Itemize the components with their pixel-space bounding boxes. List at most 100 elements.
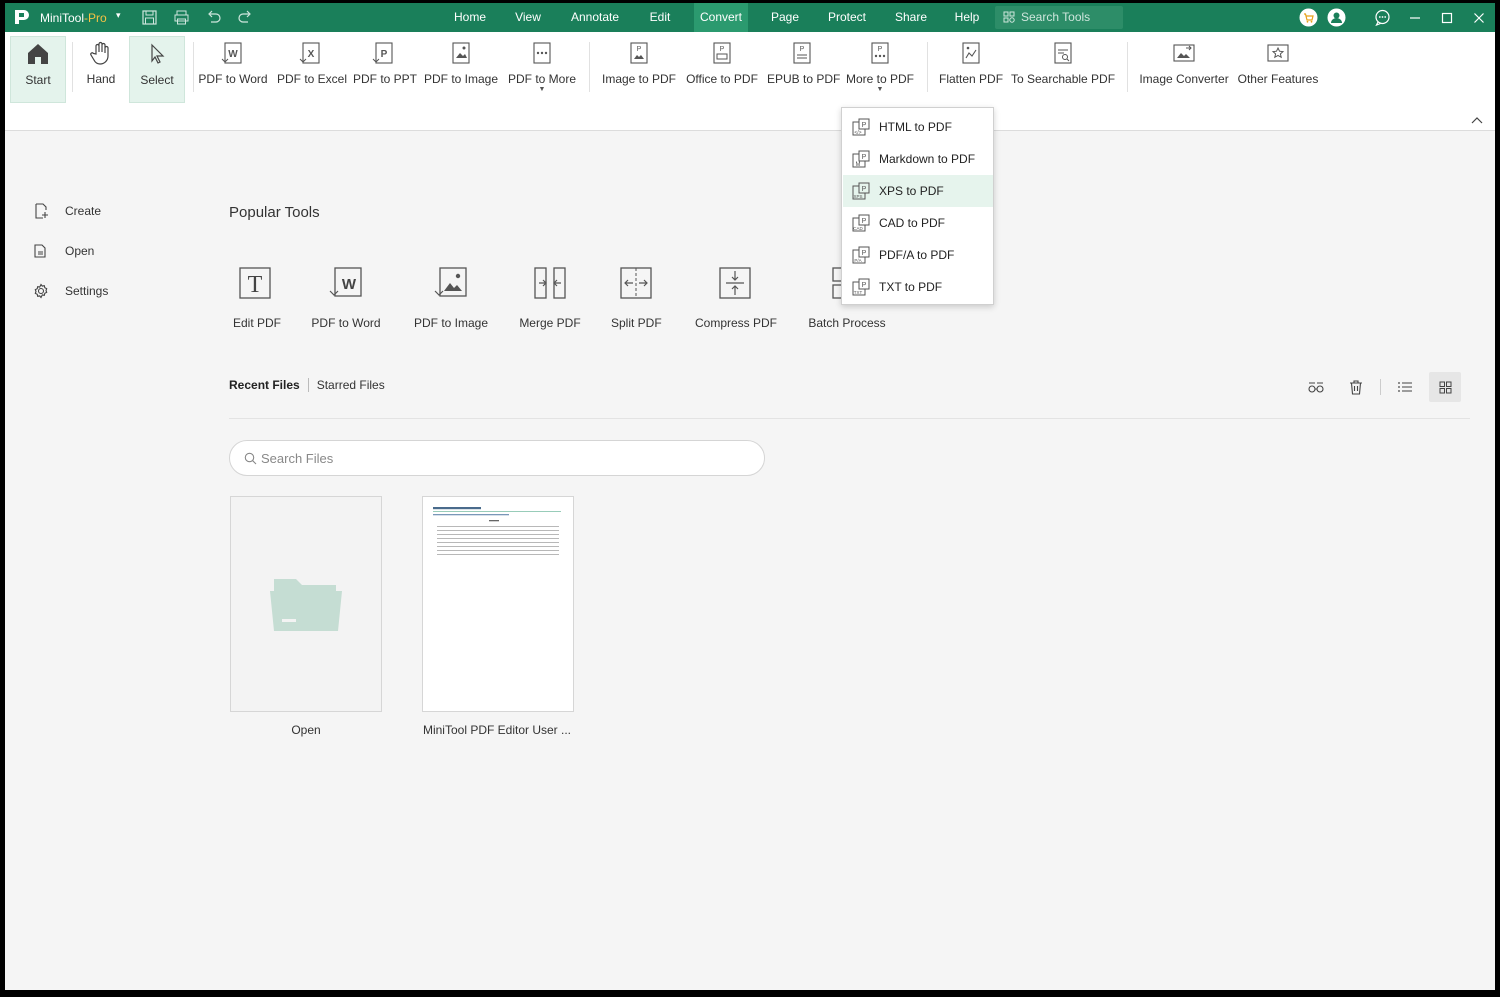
- popular-tools-title: Popular Tools: [229, 204, 320, 221]
- svg-text:P: P: [800, 46, 805, 53]
- svg-text:P: P: [878, 46, 883, 53]
- tab-recent-files[interactable]: Recent Files: [229, 378, 300, 392]
- pdf-to-image-button[interactable]: PDF to Image: [423, 36, 499, 103]
- sidebar-item-settings[interactable]: Settings: [33, 280, 108, 302]
- menu-item-pdfa-to-pdf[interactable]: P P/A PDF/A to PDF: [843, 239, 993, 271]
- search-tools-input[interactable]: Search Tools: [995, 6, 1123, 29]
- list-view-button[interactable]: [1389, 372, 1421, 402]
- image-to-pdf-icon: P: [630, 42, 648, 64]
- markdown-to-pdf-icon: PM: [852, 150, 870, 168]
- svg-text:M: M: [856, 162, 861, 168]
- tool-edit-pdf[interactable]: T Edit PDF: [233, 265, 281, 330]
- start-button[interactable]: Start: [10, 36, 66, 103]
- more-to-pdf-dropdown: P </> HTML to PDF PM Markdown to PDF P XPS…: [841, 107, 994, 305]
- other-features-button[interactable]: Other Features: [1237, 36, 1319, 103]
- flatten-pdf-button[interactable]: Flatten PDF: [939, 36, 1003, 103]
- epub-to-pdf-icon: P: [793, 42, 811, 64]
- image-converter-icon: [1173, 44, 1195, 62]
- redo-icon[interactable]: [237, 9, 254, 26]
- epub-to-pdf-button[interactable]: P EPUB to PDF: [767, 36, 840, 103]
- create-icon: [35, 203, 48, 219]
- menu-annotate[interactable]: Annotate: [563, 3, 627, 32]
- menu-convert[interactable]: Convert: [694, 3, 748, 32]
- pdf-to-word-icon: W: [329, 267, 362, 297]
- flatten-pdf-icon: [962, 42, 980, 64]
- menu-edit[interactable]: Edit: [642, 3, 678, 32]
- compress-pdf-icon: [719, 267, 751, 299]
- recent-file-card[interactable]: [422, 496, 574, 712]
- grid-view-button[interactable]: [1429, 372, 1461, 402]
- svg-text:P: P: [862, 154, 867, 161]
- edit-pdf-icon: T: [239, 267, 271, 299]
- feedback-chat-icon[interactable]: [1373, 8, 1392, 27]
- close-button[interactable]: [1463, 3, 1495, 32]
- svg-text:P: P: [381, 49, 388, 60]
- office-to-pdf-icon: P: [713, 42, 731, 64]
- shop-cart-icon[interactable]: [1299, 8, 1318, 27]
- sidebar-item-create[interactable]: Create: [33, 200, 101, 222]
- pdf-to-ppt-button[interactable]: P PDF to PPT: [353, 36, 417, 103]
- menu-page[interactable]: Page: [764, 3, 806, 32]
- office-to-pdf-button[interactable]: P Office to PDF: [685, 36, 759, 103]
- svg-text:P: P: [862, 250, 867, 257]
- svg-text:CAD: CAD: [853, 226, 863, 231]
- save-icon[interactable]: [141, 9, 158, 26]
- pdf-to-more-icon: [533, 42, 551, 64]
- pdf-to-more-button[interactable]: PDF to More ▼: [507, 36, 577, 103]
- svg-text:P/A: P/A: [854, 258, 861, 263]
- search-files-input[interactable]: [261, 449, 741, 467]
- svg-text:TXT: TXT: [854, 290, 863, 295]
- pdf-to-image-icon: [434, 267, 467, 297]
- pdf-to-more-caret-icon: ▼: [538, 86, 546, 93]
- tool-pdf-to-image[interactable]: PDF to Image: [413, 265, 489, 330]
- to-searchable-pdf-button[interactable]: To Searchable PDF: [1011, 36, 1115, 103]
- html-to-pdf-icon: P</>: [852, 118, 870, 136]
- gear-icon: [34, 283, 48, 299]
- menu-item-cad-to-pdf[interactable]: P CAD CAD to PDF: [843, 207, 993, 239]
- sidebar-item-open[interactable]: Open: [33, 240, 94, 262]
- undo-icon[interactable]: [205, 9, 222, 26]
- menu-view[interactable]: View: [508, 3, 548, 32]
- menu-share[interactable]: Share: [889, 3, 933, 32]
- select-tool-button[interactable]: Select: [129, 36, 185, 103]
- tool-compress-pdf[interactable]: Compress PDF: [695, 265, 777, 330]
- menu-item-markdown-to-pdf[interactable]: PM Markdown to PDF: [843, 143, 993, 175]
- menu-item-html-to-pdf[interactable]: P </> HTML to PDF: [843, 111, 993, 143]
- image-to-pdf-button[interactable]: P Image to PDF: [601, 36, 677, 103]
- pdf-to-excel-button[interactable]: X PDF to Excel: [277, 36, 347, 103]
- open-file-card[interactable]: [230, 496, 382, 712]
- collapse-ribbon-icon[interactable]: [1471, 116, 1483, 124]
- glasses-clean-icon: [1308, 382, 1324, 393]
- svg-text:X: X: [308, 49, 315, 60]
- svg-text:P: P: [862, 186, 867, 193]
- delete-button[interactable]: [1340, 372, 1372, 402]
- hand-tool-button[interactable]: Hand: [79, 36, 123, 103]
- app-dropdown-icon[interactable]: ▾: [116, 10, 121, 21]
- tab-starred-files[interactable]: Starred Files: [317, 378, 385, 392]
- merge-pdf-icon: [534, 267, 566, 299]
- tool-merge-pdf[interactable]: Merge PDF: [519, 265, 581, 330]
- menu-item-xps-to-pdf[interactable]: P XPS XPS to PDF: [843, 175, 993, 207]
- cad-to-pdf-icon: PCAD: [852, 214, 870, 232]
- folder-icon: [270, 579, 342, 631]
- menu-home[interactable]: Home: [445, 3, 495, 32]
- print-icon[interactable]: [173, 9, 190, 26]
- svg-text:P: P: [862, 218, 867, 225]
- searchable-pdf-icon: [1054, 42, 1072, 64]
- minimize-button[interactable]: [1399, 3, 1431, 32]
- tool-pdf-to-word[interactable]: W PDF to Word: [311, 265, 381, 330]
- txt-to-pdf-icon: PTXT: [852, 278, 870, 296]
- menu-help[interactable]: Help: [949, 3, 985, 32]
- search-files-box[interactable]: [229, 440, 765, 476]
- pdf-to-word-button[interactable]: W PDF to Word: [198, 36, 268, 103]
- more-to-pdf-button[interactable]: P More to PDF ▼: [845, 36, 915, 103]
- maximize-button[interactable]: [1431, 3, 1463, 32]
- clear-history-button[interactable]: [1300, 372, 1332, 402]
- menu-item-txt-to-pdf[interactable]: P TXT TXT to PDF: [843, 271, 993, 303]
- menu-protect[interactable]: Protect: [822, 3, 872, 32]
- user-avatar-icon[interactable]: [1327, 8, 1346, 27]
- tool-split-pdf[interactable]: Split PDF: [611, 265, 662, 330]
- image-converter-button[interactable]: Image Converter: [1137, 36, 1231, 103]
- more-to-pdf-icon: P: [871, 42, 889, 64]
- svg-text:P: P: [720, 46, 725, 53]
